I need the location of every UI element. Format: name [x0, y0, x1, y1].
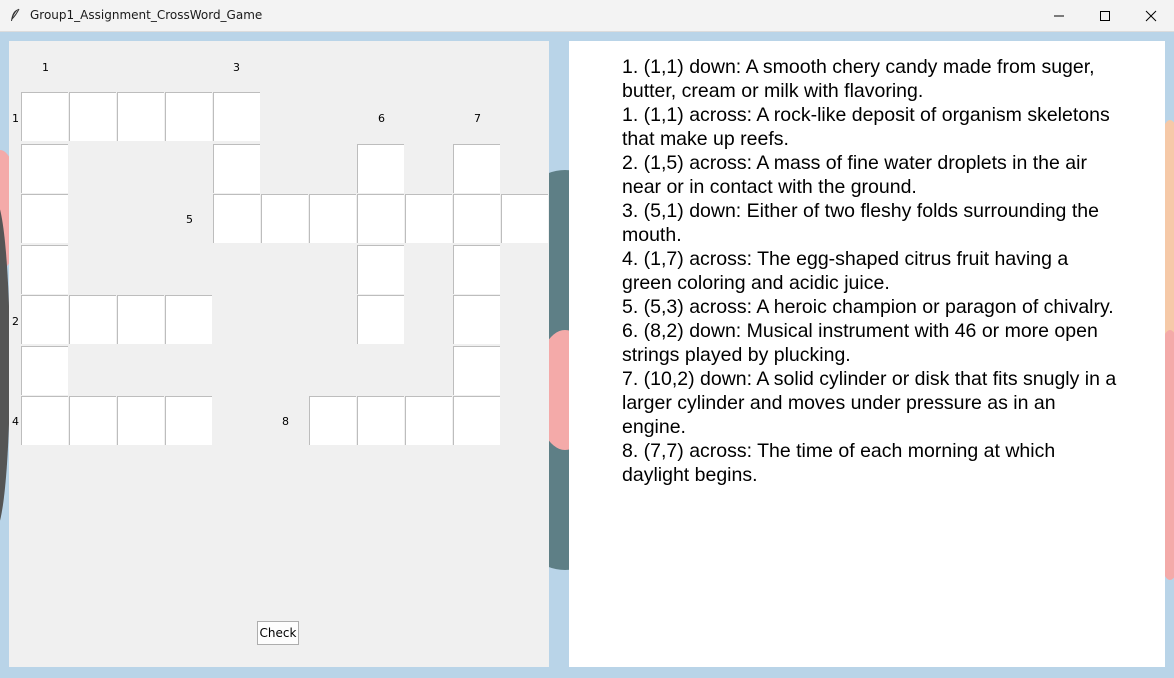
crossword-cell[interactable] [69, 92, 116, 141]
clue-item: 2. (1,5) across: A mass of fine water dr… [622, 152, 1087, 198]
clue-item: 4. (1,7) across: The egg-shaped citrus f… [622, 248, 1069, 294]
crossword-cell[interactable] [453, 295, 500, 344]
crossword-cell[interactable] [309, 194, 356, 243]
clue-number-label: 1 [42, 61, 49, 74]
clue-number-label: 4 [12, 415, 19, 428]
minimize-icon [1054, 15, 1064, 17]
crossword-cell[interactable] [165, 396, 212, 445]
clue-item: 6. (8,2) down: Musical instrument with 4… [622, 320, 1098, 366]
window-title: Group1_Assignment_CrossWord_Game [30, 8, 263, 22]
clue-item: 7. (10,2) down: A solid cylinder or disk… [622, 368, 1117, 438]
crossword-cell[interactable] [213, 144, 260, 193]
clue-number-label: 2 [12, 315, 19, 328]
crossword-cell[interactable] [21, 295, 68, 344]
crossword-cell[interactable] [117, 92, 164, 141]
crossword-cell[interactable] [21, 396, 68, 445]
crossword-cell[interactable] [357, 396, 404, 445]
crossword-cell[interactable] [357, 194, 404, 243]
window-title-bar: Group1_Assignment_CrossWord_Game [0, 0, 1174, 32]
crossword-cell[interactable] [357, 295, 404, 344]
crossword-cell[interactable] [213, 194, 260, 243]
crossword-cell[interactable] [405, 396, 452, 445]
crossword-cell[interactable] [453, 144, 500, 193]
crossword-cell[interactable] [21, 194, 68, 243]
clue-item: 8. (7,7) across: The time of each mornin… [622, 440, 1056, 486]
crossword-cell[interactable] [165, 295, 212, 344]
maximize-icon [1100, 11, 1110, 21]
crossword-cell[interactable] [453, 346, 500, 395]
crossword-cell[interactable] [453, 245, 500, 294]
clue-number-label: 5 [186, 213, 193, 226]
crossword-cell[interactable] [357, 245, 404, 294]
minimize-button[interactable] [1036, 0, 1082, 31]
crossword-cell[interactable] [405, 194, 452, 243]
crossword-cell[interactable] [69, 295, 116, 344]
crossword-cell[interactable] [21, 346, 68, 395]
crossword-cell[interactable] [21, 245, 68, 294]
feather-icon [11, 8, 20, 21]
crossword-cell[interactable] [309, 396, 356, 445]
crossword-cell[interactable] [21, 144, 68, 193]
crossword-cell[interactable] [453, 396, 500, 445]
clue-item: 1. (1,1) down: A smooth chery candy made… [622, 56, 1095, 102]
crossword-cell[interactable] [501, 194, 548, 243]
crossword-cell[interactable] [213, 92, 260, 141]
close-button[interactable] [1128, 0, 1174, 31]
crossword-cell[interactable] [165, 92, 212, 141]
clue-item: 3. (5,1) down: Either of two fleshy fold… [622, 200, 1099, 246]
close-icon [1145, 10, 1157, 22]
crossword-cell[interactable] [453, 194, 500, 243]
crossword-cell[interactable] [117, 396, 164, 445]
clue-number-label: 3 [233, 61, 240, 74]
check-button[interactable]: Check [257, 621, 299, 645]
clue-number-label: 1 [12, 112, 19, 125]
clue-panel: 1. (1,1) down: A smooth chery candy made… [569, 41, 1165, 667]
clue-item: 1. (1,1) across: A rock-like deposit of … [622, 104, 1110, 150]
crossword-cell[interactable] [357, 144, 404, 193]
maximize-button[interactable] [1082, 0, 1128, 31]
clue-number-label: 6 [378, 112, 385, 125]
crossword-cell[interactable] [261, 194, 308, 243]
clue-number-label: 8 [282, 415, 289, 428]
crossword-cell[interactable] [21, 92, 68, 141]
crossword-cell[interactable] [69, 396, 116, 445]
crossword-panel: 1 3 1 6 7 5 2 4 8 Check [9, 41, 549, 667]
clue-number-label: 7 [474, 112, 481, 125]
clue-list: 1. (1,1) down: A smooth chery candy made… [622, 55, 1122, 487]
clue-item: 5. (5,3) across: A heroic champion or pa… [622, 296, 1114, 318]
crossword-cell[interactable] [117, 295, 164, 344]
